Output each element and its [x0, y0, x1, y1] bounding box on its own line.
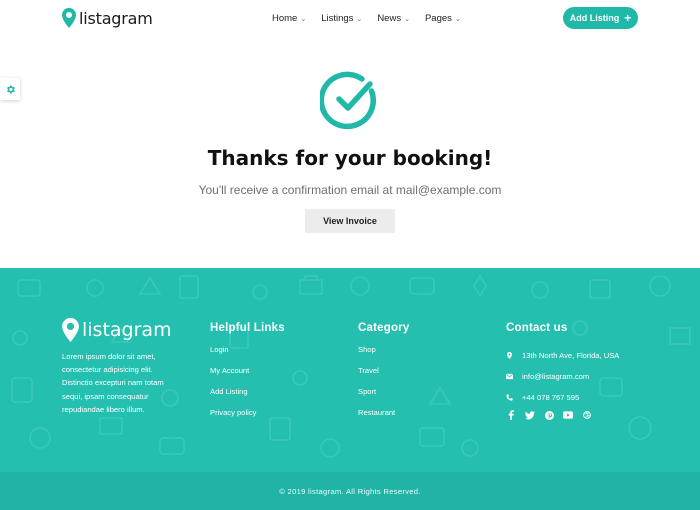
- pinterest-icon[interactable]: [544, 410, 554, 420]
- youtube-icon[interactable]: [563, 410, 573, 420]
- map-marker-icon: [507, 352, 512, 359]
- nav-item-label: News: [377, 13, 402, 24]
- view-invoice-button[interactable]: View Invoice: [305, 209, 395, 233]
- logo-text: listagram: [79, 8, 153, 28]
- plus-icon: +: [624, 11, 632, 25]
- footer-link-login[interactable]: Login: [210, 345, 285, 366]
- column-title: Category: [358, 322, 410, 334]
- contact-column: Contact us 13th North Ave, Florida, USA …: [506, 322, 619, 420]
- envelope-icon: [506, 373, 513, 380]
- nav-item-news[interactable]: News ⌄: [377, 13, 410, 24]
- settings-toggle[interactable]: [0, 78, 20, 100]
- contact-phone-text: +44 078 767 595: [522, 392, 580, 402]
- footer-link-sport[interactable]: Sport: [358, 387, 409, 408]
- add-listing-label: Add Listing: [569, 13, 620, 23]
- chevron-down-icon: ⌄: [300, 15, 307, 23]
- facebook-icon[interactable]: [506, 410, 516, 420]
- phone-icon: [506, 394, 513, 401]
- nav-item-label: Pages: [424, 13, 452, 24]
- contact-address-text: 13th North Ave, Florida, USA: [522, 350, 620, 360]
- page-title: Thanks for your booking!: [207, 146, 493, 170]
- helpful-links-column: Helpful Links Login My Account Add Listi…: [210, 322, 285, 429]
- main-nav: Home ⌄ Listings ⌄ News ⌄ Pages ⌄: [272, 13, 476, 24]
- footer-link-travel[interactable]: Travel: [358, 366, 409, 387]
- confirmation-message: You'll receive a confirmation email at m…: [198, 183, 502, 197]
- footer-link-add-listing[interactable]: Add Listing: [210, 387, 285, 408]
- column-title: Contact us: [506, 322, 568, 334]
- nav-item-pages[interactable]: Pages ⌄: [425, 13, 461, 24]
- chevron-down-icon: ⌄: [356, 15, 363, 23]
- nav-item-label: Listings: [321, 13, 354, 24]
- contact-email[interactable]: info@listagram.com: [506, 366, 619, 387]
- copyright-text: © 2019 listagram. All Rights Reserved.: [279, 487, 421, 496]
- chevron-down-icon: ⌄: [404, 15, 410, 23]
- category-column: Category Shop Travel Sport Restaurant: [358, 322, 409, 429]
- map-pin-icon: [62, 8, 76, 28]
- nav-item-listings[interactable]: Listings ⌄: [321, 13, 362, 24]
- column-title: Helpful Links: [210, 322, 285, 334]
- contact-email-text: info@listagram.com: [522, 371, 590, 381]
- footer-link-my-account[interactable]: My Account: [210, 366, 285, 387]
- footer-link-privacy-policy[interactable]: Privacy policy: [210, 408, 285, 429]
- social-links: [506, 410, 619, 420]
- footer-link-shop[interactable]: Shop: [358, 345, 409, 366]
- nav-item-label: Home: [272, 13, 298, 24]
- gear-icon: [6, 84, 15, 94]
- footer-link-restaurant[interactable]: Restaurant: [358, 408, 409, 429]
- contact-phone[interactable]: +44 078 767 595: [506, 387, 619, 408]
- site-header: listagram Home ⌄ Listings ⌄ News ⌄ Pages…: [0, 0, 700, 40]
- add-listing-button[interactable]: Add Listing +: [563, 7, 638, 29]
- footer-logo-text: listagram: [82, 319, 172, 341]
- map-pin-icon: [62, 318, 79, 342]
- contact-address: 13th North Ave, Florida, USA: [506, 345, 619, 366]
- footer-logo[interactable]: listagram: [62, 318, 172, 342]
- success-check-icon: [320, 71, 376, 130]
- chevron-down-icon: ⌄: [454, 15, 461, 23]
- site-footer: listagram Lorem ipsum dolor sit amet, co…: [0, 268, 700, 472]
- footer-about-text: Lorem ipsum dolor sit amet, consectetur …: [62, 352, 164, 414]
- twitter-icon[interactable]: [525, 410, 535, 420]
- dribbble-icon[interactable]: [582, 410, 592, 420]
- site-logo[interactable]: listagram: [62, 8, 153, 28]
- nav-item-home[interactable]: Home ⌄: [272, 13, 306, 24]
